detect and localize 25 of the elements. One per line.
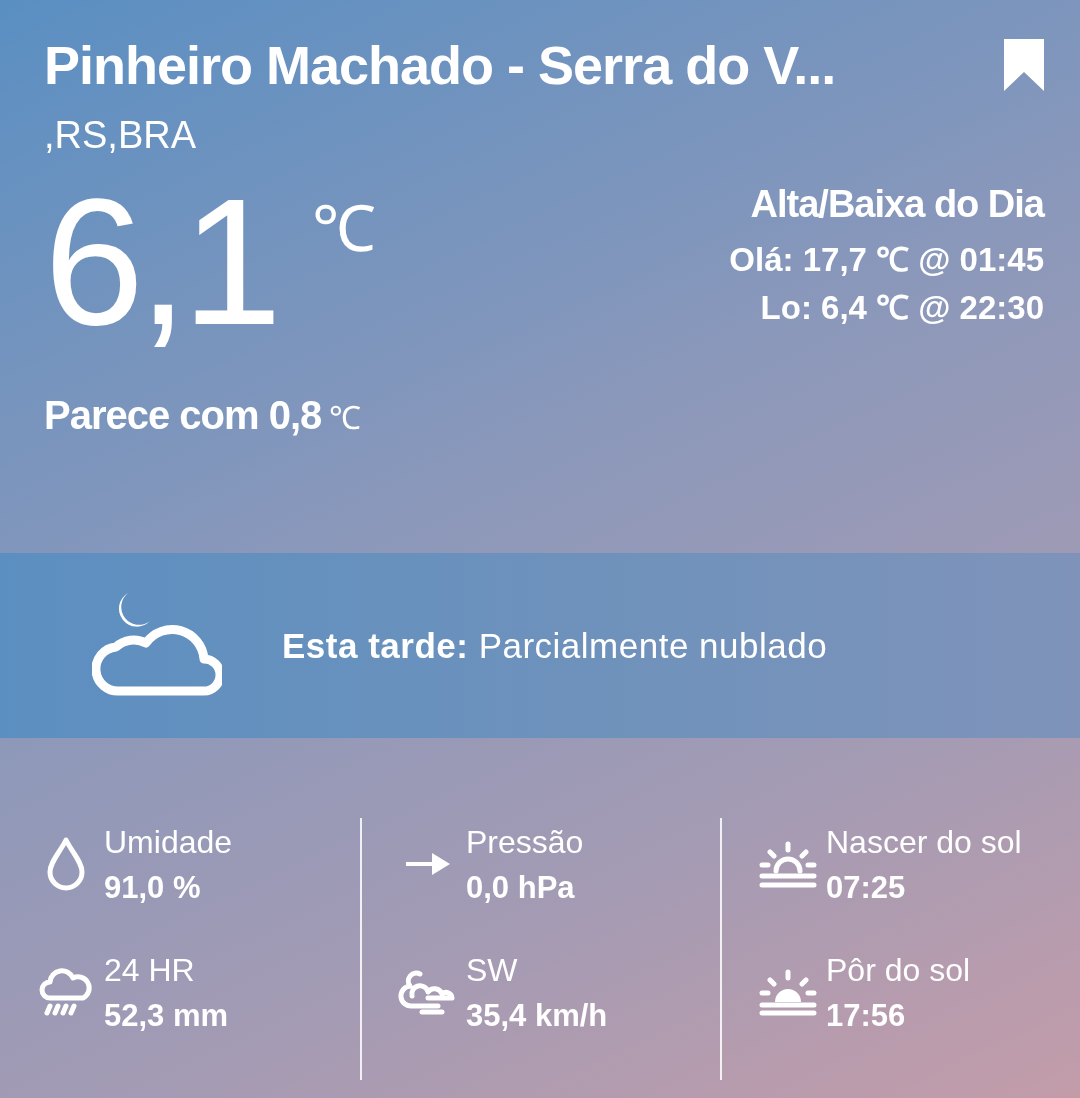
stat-label: Pôr do sol <box>826 951 971 990</box>
stat-label: 24 HR <box>104 951 196 990</box>
stat-value: 35,4 km/h <box>466 997 608 1035</box>
forecast-text: Esta tarde: Parcialmente nublado <box>282 625 828 666</box>
stat-label: Pressão <box>466 823 584 862</box>
feels-like-unit: ℃ <box>329 399 362 438</box>
sunset-icon <box>758 967 818 1017</box>
feels-like-label: Parece com 0,8 <box>44 393 322 438</box>
sunrise-icon <box>758 839 818 889</box>
stat-label: SW <box>466 951 519 990</box>
day-range-title: Alta/Baixa do Dia <box>750 183 1044 226</box>
stat-label: Umidade <box>104 823 233 862</box>
stat-value: 91,0 % <box>104 869 202 907</box>
stat-value: 17:56 <box>826 997 907 1035</box>
day-range-line: Lo: 6,4 ℃ @ 22:30 <box>760 288 1044 328</box>
location-subtitle: ,RS,BRA <box>44 114 198 157</box>
bookmark-icon[interactable] <box>1004 39 1044 91</box>
stat-label: Nascer do sol <box>826 823 1022 862</box>
day-range-line: Olá: 17,7 ℃ @ 01:45 <box>729 240 1044 280</box>
temperature: 6,1 <box>44 177 277 347</box>
stat-value: 07:25 <box>826 869 907 907</box>
location-title: Pinheiro Machado - Serra do V... <box>44 34 836 96</box>
stat-value: 0,0 hPa <box>466 869 576 907</box>
stat-value: 52,3 mm <box>104 997 229 1035</box>
temperature-unit: ℃ <box>312 192 377 267</box>
